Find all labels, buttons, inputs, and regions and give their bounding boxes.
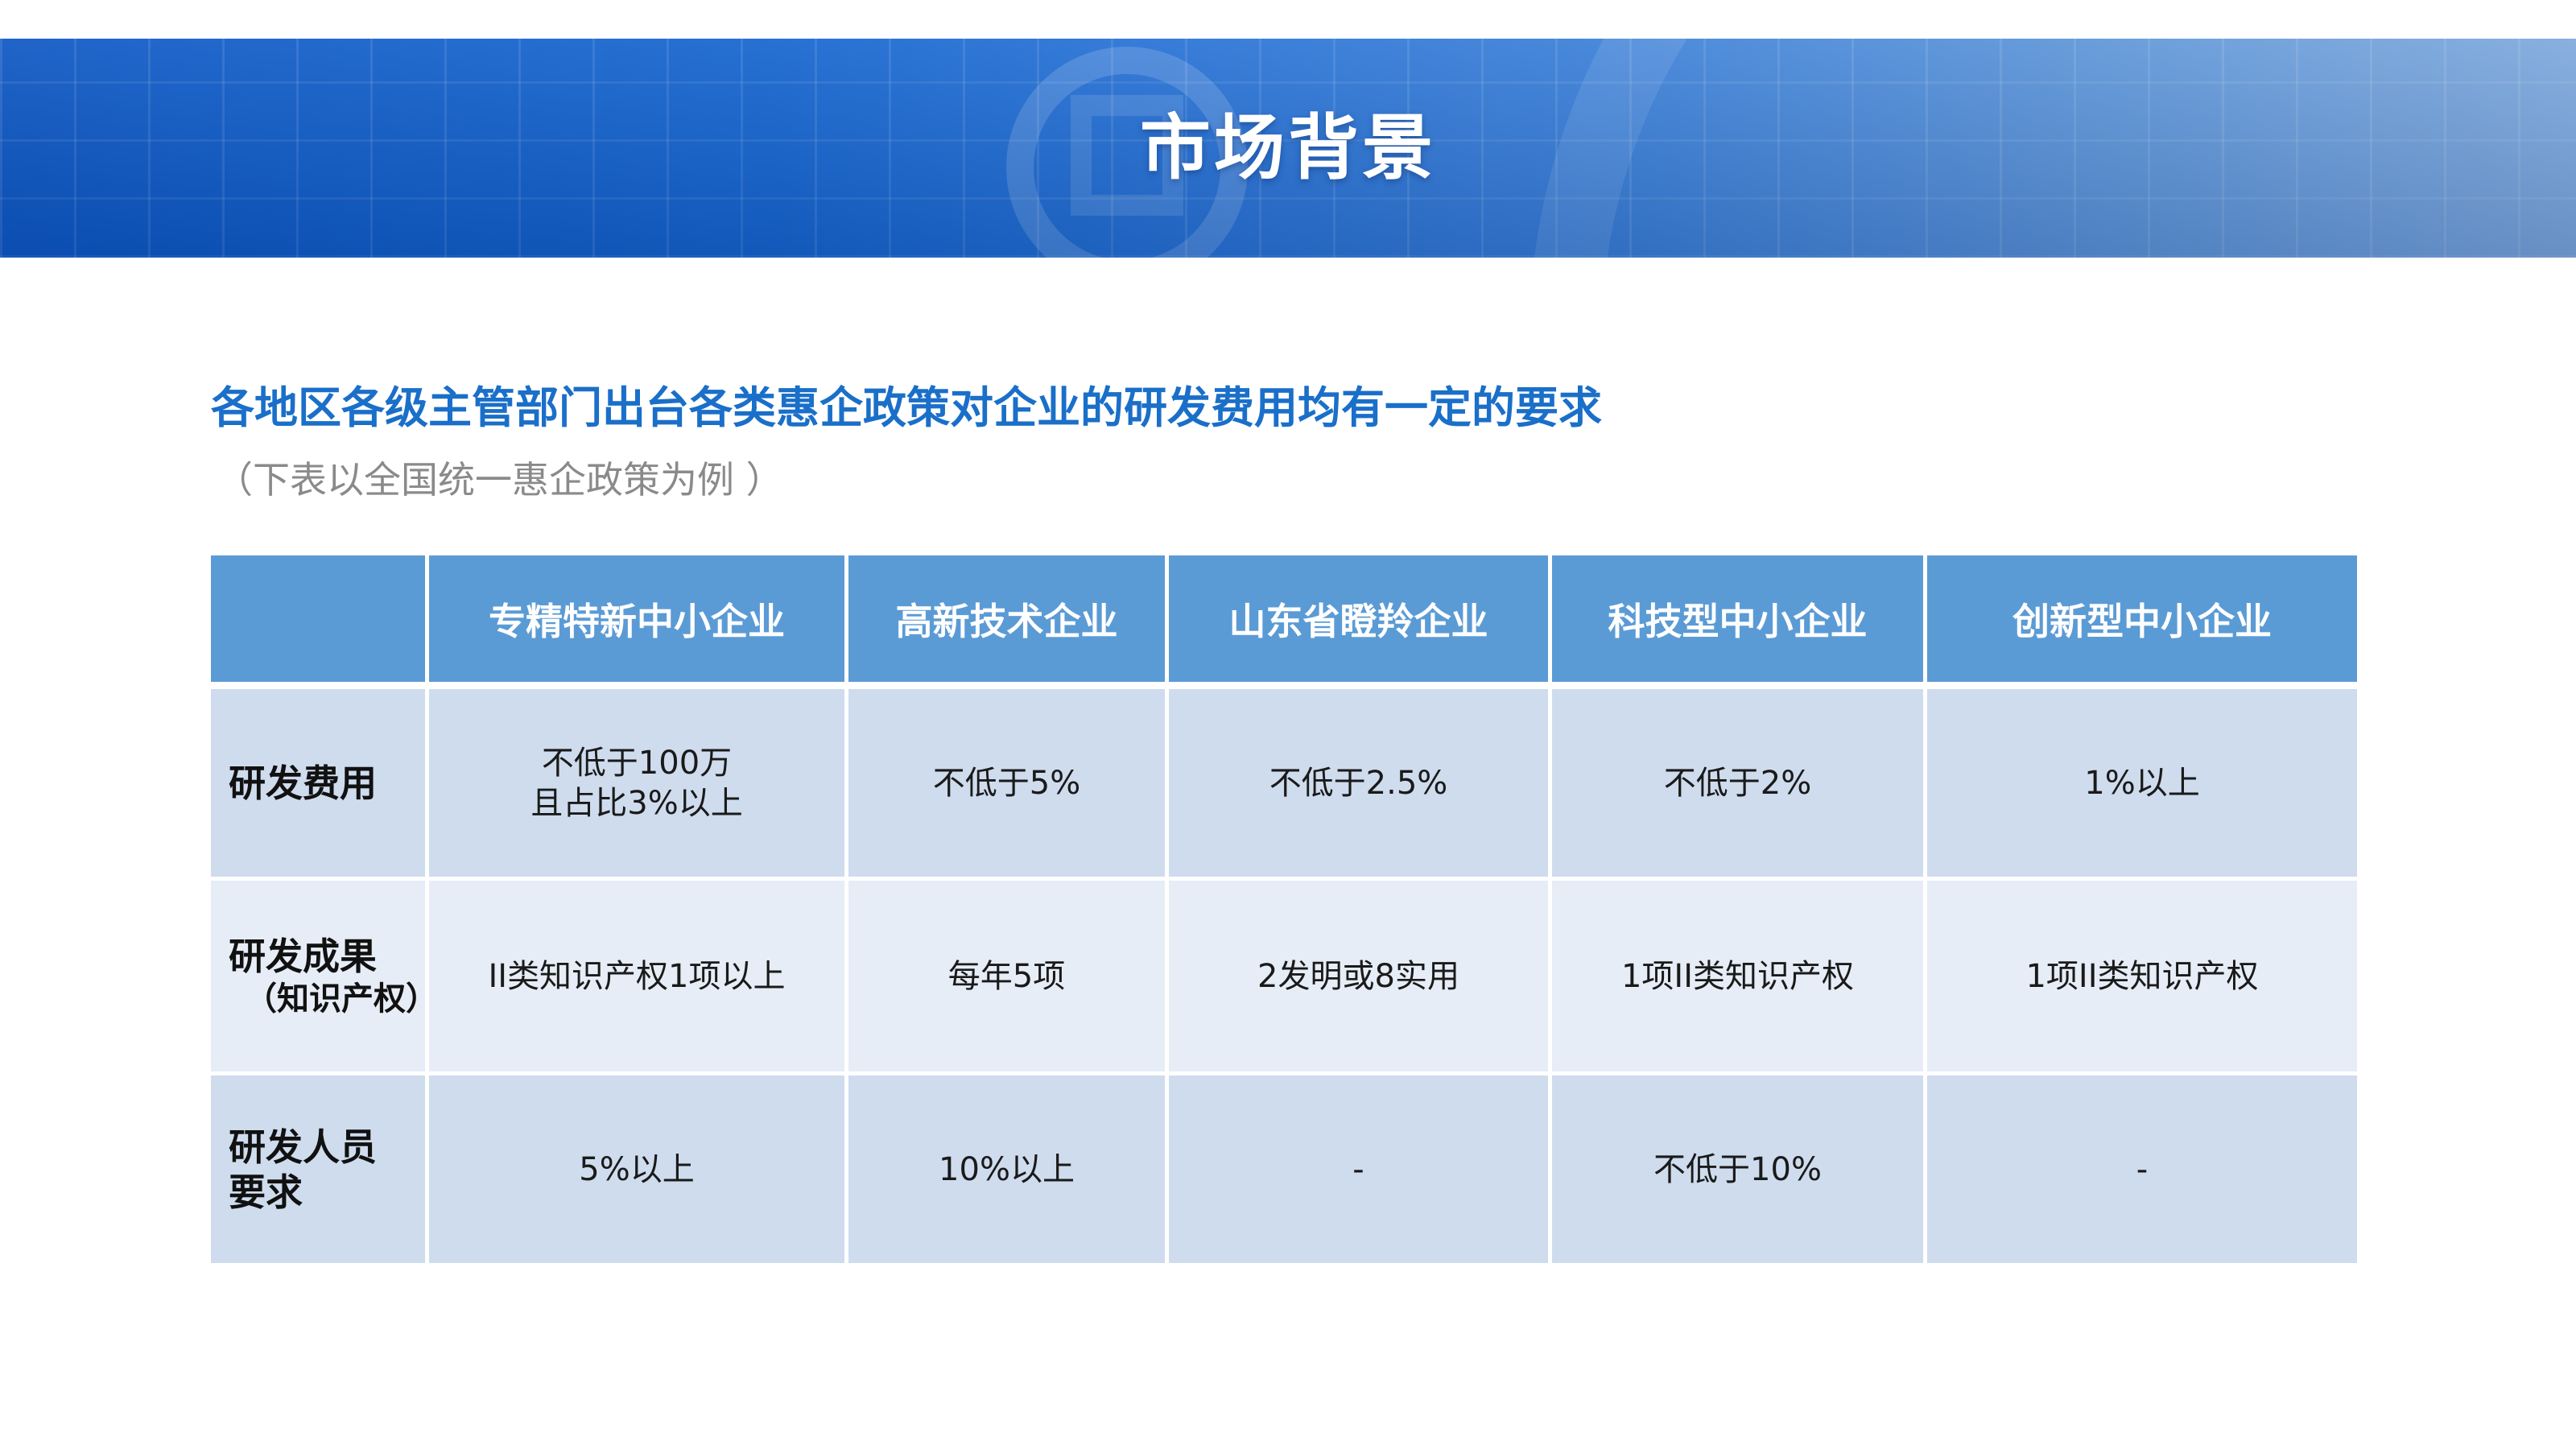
- cell-text: -: [2136, 1150, 2149, 1188]
- table-corner-cell: [211, 555, 429, 689]
- row-label-text: 研发人员: [229, 1125, 377, 1169]
- slide: 市场背景 各地区各级主管部门出台各类惠企政策对企业的研发费用均有一定的要求 （下…: [0, 0, 2576, 1449]
- table-cell: 不低于2%: [1552, 689, 1927, 881]
- table-cell: 每年5项: [848, 881, 1169, 1075]
- row-label-text-line2: 要求: [229, 1170, 303, 1214]
- cell-text: 不低于2%: [1663, 764, 1812, 802]
- cell-text: 不低于10%: [1653, 1150, 1822, 1188]
- cell-text: 10%以上: [939, 1150, 1075, 1188]
- cell-text: 不低于2.5%: [1269, 764, 1448, 802]
- header-banner: 市场背景: [0, 39, 2576, 258]
- cell-text: 1%以上: [2084, 764, 2200, 802]
- column-header-specialized-sme: 专精特新中小企业: [429, 555, 848, 689]
- table-cell: 1%以上: [1927, 689, 2357, 881]
- cell-text: II类知识产权1项以上: [488, 957, 786, 995]
- page-title: 市场背景: [1139, 106, 1436, 189]
- table-cell: II类知识产权1项以上: [429, 881, 848, 1075]
- cell-text: 2发明或8实用: [1257, 957, 1459, 995]
- cell-text: 5%以上: [579, 1150, 695, 1188]
- cell-text: 每年5项: [947, 957, 1066, 995]
- row-label-text: 研发费用: [229, 761, 377, 805]
- column-header-innovative-sme: 创新型中小企业: [1927, 555, 2357, 689]
- table-cell: 1项II类知识产权: [1927, 881, 2357, 1075]
- column-header-high-tech: 高新技术企业: [848, 555, 1169, 689]
- column-header-gazelle: 山东省瞪羚企业: [1169, 555, 1552, 689]
- table-row: 研发人员 要求 5%以上 10%以上 - 不低于10% -: [211, 1075, 2357, 1267]
- row-label-subtext: （知识产权）: [245, 980, 438, 1018]
- cell-text: 且占比3%以上: [530, 784, 743, 822]
- section-subheading: （下表以全国统一惠企政策为例 ）: [216, 458, 783, 502]
- table-cell: 2发明或8实用: [1169, 881, 1552, 1075]
- table-row: 研发成果 （知识产权） II类知识产权1项以上 每年5项 2发明或8实用 1项I…: [211, 881, 2357, 1075]
- cell-text: -: [1352, 1150, 1364, 1188]
- table-cell: 不低于2.5%: [1169, 689, 1552, 881]
- cell-text: 不低于100万: [541, 744, 733, 782]
- policy-requirements-table: 专精特新中小企业 高新技术企业 山东省瞪羚企业 科技型中小企业 创新型中小企业 …: [211, 555, 2357, 1267]
- cell-text: 不低于5%: [932, 764, 1081, 802]
- row-label: 研发成果 （知识产权）: [211, 881, 438, 1075]
- table-cell: -: [1169, 1075, 1552, 1267]
- table-cell: 1项II类知识产权: [1552, 881, 1927, 1075]
- cell-text: 1项II类知识产权: [2025, 957, 2259, 995]
- table-cell: 5%以上: [429, 1075, 848, 1267]
- table-row: 研发费用 不低于100万 且占比3%以上 不低于5% 不低于2.5% 不低于2%…: [211, 689, 2357, 881]
- table-cell: -: [1927, 1075, 2357, 1267]
- row-label-text: 研发成果: [229, 934, 377, 978]
- table-cell: 不低于100万 且占比3%以上: [429, 689, 848, 881]
- table-cell: 不低于10%: [1552, 1075, 1927, 1267]
- table-cell: 10%以上: [848, 1075, 1169, 1267]
- cell-text: 1项II类知识产权: [1620, 957, 1855, 995]
- row-label: 研发人员 要求: [211, 1075, 429, 1267]
- section-heading: 各地区各级主管部门出台各类惠企政策对企业的研发费用均有一定的要求: [211, 382, 1602, 433]
- table-cell: 不低于5%: [848, 689, 1169, 881]
- column-header-tech-sme: 科技型中小企业: [1552, 555, 1927, 689]
- row-label: 研发费用: [211, 689, 429, 881]
- table-header-row: 专精特新中小企业 高新技术企业 山东省瞪羚企业 科技型中小企业 创新型中小企业: [211, 555, 2357, 689]
